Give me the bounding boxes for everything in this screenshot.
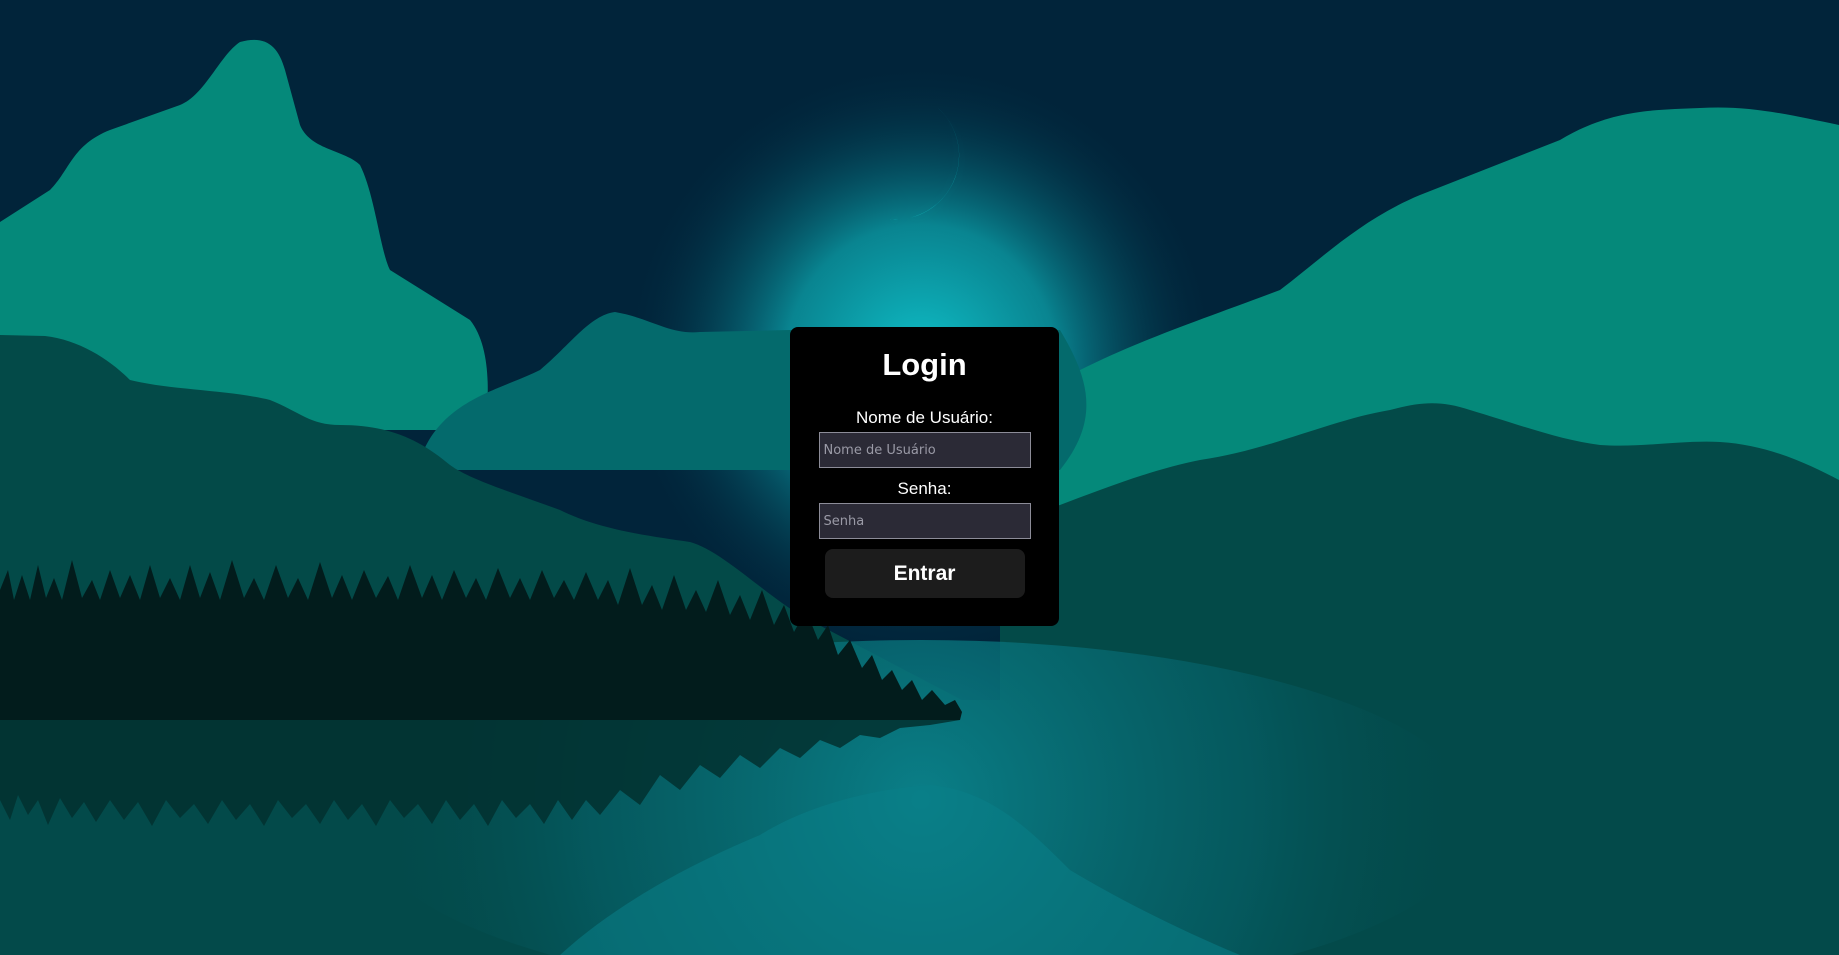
- password-input[interactable]: [818, 503, 1031, 539]
- password-label: Senha:: [897, 479, 952, 498]
- login-title: Login: [882, 347, 967, 382]
- submit-button[interactable]: Entrar: [824, 549, 1025, 598]
- username-input[interactable]: [818, 432, 1031, 468]
- login-card: Login Nome de Usuário: Senha: Entrar: [790, 327, 1059, 626]
- username-label: Nome de Usuário:: [855, 408, 993, 427]
